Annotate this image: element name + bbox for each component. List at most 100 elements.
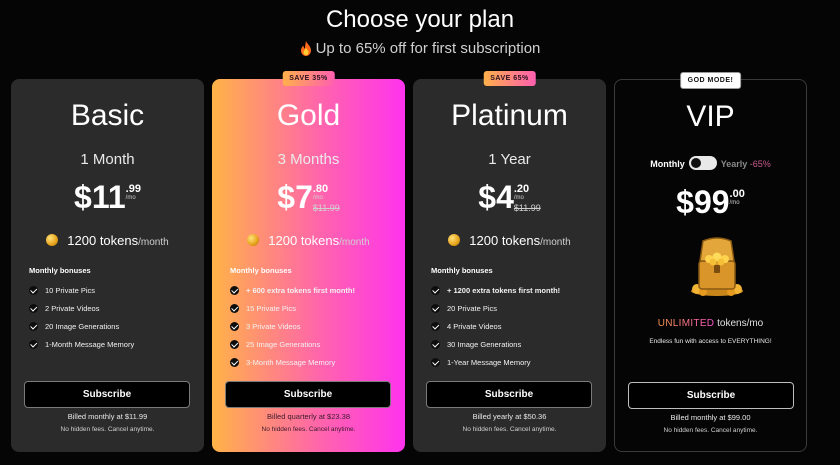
plan-price: $7 .80 /mo $11.99 — [212, 179, 405, 216]
list-item: 2 Private Videos — [29, 299, 134, 317]
bonus-text: 3 Private Videos — [246, 321, 301, 331]
plan-price: $11 .99 /mo — [11, 179, 204, 216]
subscribe-button-vip[interactable]: Subscribe — [628, 382, 794, 409]
check-circle-icon — [29, 321, 38, 331]
coin-icon — [247, 234, 260, 246]
price-cents: .99 — [125, 183, 141, 195]
check-circle-icon — [431, 285, 440, 295]
vip-description: Endless fun with access to EVERYTHING! — [649, 338, 772, 345]
bonus-text: 25 Image Generations — [246, 339, 321, 349]
billing-note: Billed monthly at $11.99 — [67, 412, 148, 421]
list-item: 25 Image Generations — [230, 335, 355, 353]
page-title: Choose your plan — [325, 6, 515, 33]
billing-note: Billed yearly at $50.36 — [472, 412, 547, 421]
treasure-chest-icon — [691, 237, 743, 296]
token-allowance: 1200 tokens/month — [413, 233, 606, 248]
flame-icon — [300, 41, 311, 56]
bonus-text: 3-Month Message Memory — [246, 357, 336, 367]
no-fees-note: No hidden fees. Cancel anytime. — [60, 426, 155, 433]
discount-badge: SAVE 35% — [282, 71, 335, 86]
check-circle-icon — [230, 321, 239, 331]
bonus-text: 1-Year Message Memory — [447, 357, 531, 367]
tokens-per: /month — [540, 237, 571, 248]
list-item: + 1200 extra tokens first month! — [431, 281, 560, 299]
bonus-text: 10 Private Pics — [45, 285, 96, 295]
list-item: 15 Private Pics — [230, 299, 355, 317]
check-circle-icon — [29, 303, 38, 313]
check-circle-icon — [230, 339, 239, 349]
bonus-text: 30 Image Generations — [447, 339, 522, 349]
price-main: $7 — [277, 179, 313, 215]
price-cents: .20 — [513, 183, 530, 195]
god-mode-badge: GOD MODE! — [679, 72, 742, 89]
old-price: $11.99 — [312, 203, 340, 213]
token-allowance: 1200 tokens/month — [212, 233, 405, 248]
no-fees-note: No hidden fees. Cancel anytime. — [462, 426, 557, 433]
tokens-per: /month — [339, 237, 370, 248]
check-circle-icon — [431, 339, 440, 349]
plan-name: Platinum — [451, 99, 568, 132]
plan-period: 1 Month — [80, 151, 135, 168]
subtitle-text: Up to 65% off for first subscription — [315, 40, 541, 57]
toggle-monthly-label[interactable]: Monthly — [650, 159, 685, 169]
toggle-yearly-label[interactable]: Yearly — [721, 159, 748, 169]
check-circle-icon — [29, 339, 38, 349]
check-circle-icon — [230, 303, 239, 313]
coin-icon — [46, 234, 59, 246]
page-subtitle: Up to 65% off for first subscription — [0, 40, 840, 57]
plan-card-basic: Basic 1 Month $11 .99 /mo 1200 tokens/mo… — [11, 79, 204, 452]
plan-period: 3 Months — [277, 151, 340, 168]
bonus-text: 4 Private Videos — [447, 321, 502, 331]
price-main: $11 — [74, 179, 126, 215]
check-circle-icon — [230, 357, 239, 367]
list-item: 3-Month Message Memory — [230, 353, 355, 371]
billing-note: Billed monthly at $99.00 — [670, 413, 751, 422]
unlimited-label: UNLIMITED — [657, 318, 715, 329]
coin-icon — [448, 234, 461, 246]
list-item: 3 Private Videos — [230, 317, 355, 335]
check-circle-icon — [431, 357, 440, 367]
bonus-text: 20 Private Pics — [447, 303, 498, 313]
price-unit: /mo — [312, 195, 323, 201]
price-main: $99 — [676, 184, 730, 220]
subscribe-button-gold[interactable]: Subscribe — [225, 381, 391, 408]
list-item: 20 Image Generations — [29, 317, 134, 335]
no-fees-note: No hidden fees. Cancel anytime. — [663, 427, 758, 434]
check-circle-icon — [29, 285, 38, 295]
price-main: $4 — [478, 179, 514, 215]
bonus-list: 10 Private Pics 2 Private Videos 20 Imag… — [29, 281, 134, 353]
no-fees-note: No hidden fees. Cancel anytime. — [261, 426, 356, 433]
tokens-amount: 1200 tokens — [67, 233, 139, 248]
list-item: 1-Month Message Memory — [29, 335, 134, 353]
unlimited-tokens: UNLIMITED tokens/mo — [615, 318, 806, 329]
billing-toggle-row: Monthly Yearly -65% — [615, 156, 806, 170]
plan-price: $99 .00 /mo — [615, 184, 806, 221]
tokens-per: /month — [138, 237, 169, 248]
subscribe-button-basic[interactable]: Subscribe — [24, 381, 190, 408]
tokens-amount: 1200 tokens — [469, 233, 541, 248]
list-item: 20 Private Pics — [431, 299, 560, 317]
list-item: 10 Private Pics — [29, 281, 134, 299]
check-circle-icon — [431, 303, 440, 313]
billing-toggle-switch[interactable] — [688, 156, 717, 170]
plan-card-platinum: SAVE 65% Platinum 1 Year $4 .20 /mo $11.… — [413, 71, 606, 452]
bonus-text: 2 Private Videos — [45, 303, 100, 313]
price-unit: /mo — [125, 195, 136, 201]
bonus-title: Monthly bonuses — [230, 266, 292, 275]
tokens-amount: 1200 tokens — [268, 233, 340, 248]
price-unit: /mo — [729, 200, 740, 206]
bonus-text: + 1200 extra tokens first month! — [447, 285, 561, 295]
plan-price: $4 .20 /mo $11.99 — [413, 179, 606, 216]
plan-card-vip: GOD MODE! VIP Monthly Yearly -65% $99 .00… — [614, 72, 807, 452]
bonus-list: + 600 extra tokens first month! 15 Priva… — [230, 281, 355, 371]
bonus-list: + 1200 extra tokens first month! 20 Priv… — [431, 281, 560, 371]
bonus-text: 1-Month Message Memory — [45, 339, 135, 349]
list-item: 4 Private Videos — [431, 317, 560, 335]
list-item: 30 Image Generations — [431, 335, 560, 353]
price-cents: .80 — [312, 183, 329, 195]
subscribe-button-platinum[interactable]: Subscribe — [426, 381, 592, 408]
plan-name: Gold — [276, 99, 341, 132]
plan-name: VIP — [686, 100, 735, 133]
plan-name: Basic — [70, 99, 145, 132]
billing-note: Billed quarterly at $23.38 — [267, 412, 350, 421]
